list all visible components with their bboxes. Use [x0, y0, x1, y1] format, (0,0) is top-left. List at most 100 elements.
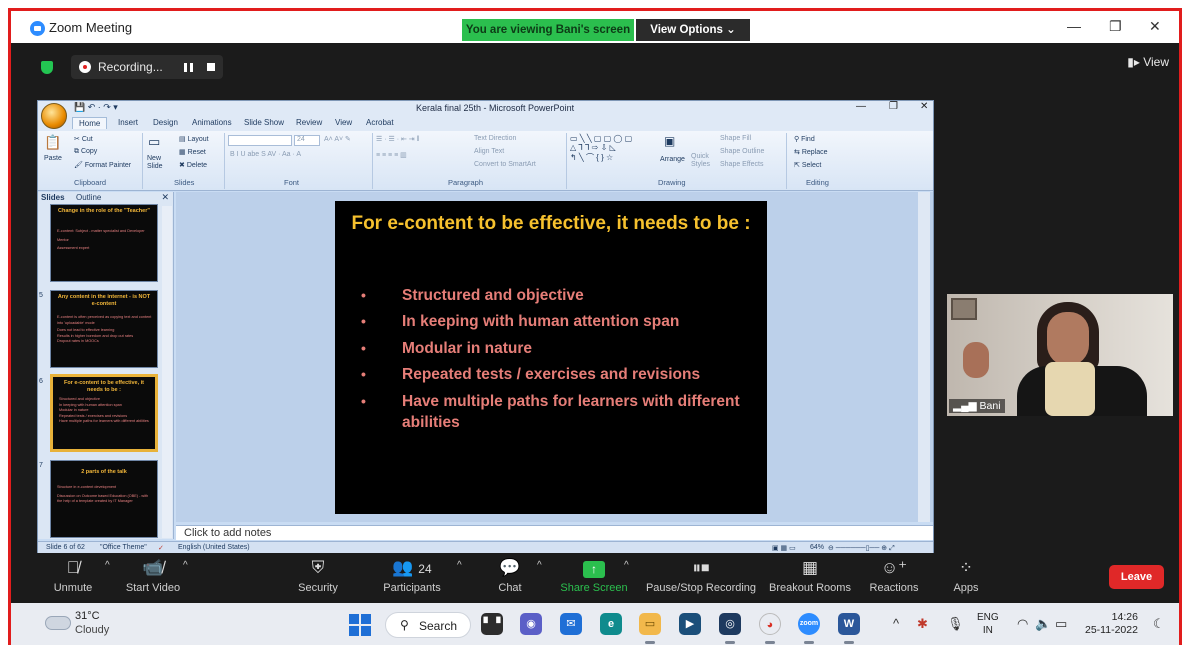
word-app-icon[interactable]: W [838, 613, 860, 635]
weather-temperature[interactable]: 31°C [75, 610, 100, 622]
restore-icon[interactable]: ❐ [1109, 18, 1122, 35]
view-buttons[interactable]: ▣ ▦ ▭ [772, 544, 796, 552]
file-explorer-icon[interactable]: ▭ [639, 613, 661, 635]
volume-icon[interactable]: 🔈 [1035, 616, 1051, 632]
reset-button[interactable]: ▦ Reset [179, 148, 206, 156]
notifications-moon-icon[interactable]: ☾ [1153, 616, 1165, 632]
edge-browser-icon[interactable]: e [600, 613, 622, 635]
share-screen-button[interactable]: ↑ Share Screen [544, 557, 644, 594]
shapes-gallery[interactable]: ▭ ╲ ╲ ▢ ▢ ◯ ▢ △ ⅂ ⅂ ⇨ ⇩ ◺ ↰ ╲ ⌒ { } ☆ [570, 134, 632, 163]
pane-close-icon[interactable]: ✕ [161, 192, 169, 203]
view-button[interactable]: ▮▸ View [1127, 55, 1169, 69]
share-options-caret[interactable]: ^ [624, 560, 629, 571]
clock-time: 14:26 [1111, 611, 1138, 623]
copy-button[interactable]: ⧉ Copy [74, 148, 97, 156]
shape-fill-button[interactable]: Shape Fill [720, 135, 751, 142]
cut-button[interactable]: ✂ Cut [74, 135, 93, 143]
apps-button[interactable]: ⁘ Apps [916, 557, 1016, 594]
pause-recording-icon[interactable] [184, 63, 193, 72]
align-text-button[interactable]: Align Text [474, 148, 504, 155]
font-size-dropdown[interactable]: 24 [294, 135, 320, 146]
delete-button[interactable]: ✖ Delete [179, 161, 207, 169]
ppt-restore-icon[interactable]: ❐ [889, 101, 898, 112]
notes-pane[interactable]: Click to add notes [176, 525, 933, 540]
start-video-button[interactable]: 📹̸ Start Video [103, 557, 203, 594]
select-button[interactable]: ⇱ Select [794, 161, 821, 169]
arrange-button[interactable]: Arrange [660, 156, 685, 163]
paste-button[interactable]: Paste [44, 155, 62, 162]
canvas-vertical-scrollbar[interactable] [918, 192, 930, 522]
ppt-minimize-icon[interactable]: — [856, 101, 866, 112]
shape-outline-button[interactable]: Shape Outline [720, 148, 764, 155]
system-clock[interactable]: 14:26 25-11-2022 [1085, 611, 1138, 637]
encryption-shield-icon [41, 61, 53, 74]
tray-microphone-icon[interactable]: 🎙 [947, 616, 964, 632]
mail-icon[interactable]: ✉ [560, 613, 582, 635]
find-button[interactable]: ⚲ Find [794, 135, 815, 143]
chat-options-caret[interactable]: ^ [537, 560, 542, 571]
participant-name: Bani [979, 400, 1001, 412]
ppt-close-icon[interactable]: ✕ [920, 101, 928, 112]
pane-tab-outline[interactable]: Outline [76, 193, 101, 202]
font-name-dropdown[interactable] [228, 135, 292, 146]
tab-acrobat[interactable]: Acrobat [366, 118, 394, 127]
new-slide-button[interactable]: New Slide [147, 155, 169, 171]
quick-styles-button[interactable]: Quick Styles [691, 153, 713, 169]
participants-button[interactable]: 👥 24 Participants [362, 557, 462, 594]
office-button[interactable] [41, 103, 67, 129]
bullet-dot-icon: • [361, 393, 366, 409]
text-direction-button[interactable]: Text Direction [474, 135, 516, 142]
quick-access-toolbar[interactable]: 💾 ↶ · ↷ ▾ [74, 102, 118, 113]
tab-slide-show[interactable]: Slide Show [244, 118, 284, 127]
convert-smartart-button[interactable]: Convert to SmartArt [474, 161, 536, 168]
slide-thumbnail[interactable]: Any content in the internet - is NOT e-c… [50, 290, 158, 368]
replace-button[interactable]: ⇆ Replace [794, 148, 828, 156]
slide-thumbnail[interactable]: Change in the role of the "Teacher" E-co… [50, 204, 158, 282]
minimize-icon[interactable]: — [1067, 18, 1081, 34]
font-format-icons[interactable]: B I U abe S AV · Aa · A [230, 151, 301, 158]
zoom-slider[interactable]: ⊖ ──────▯── ⊕ ⤢ [828, 544, 895, 553]
format-painter-button[interactable]: 🖌 Format Painter [74, 161, 131, 169]
tray-app-icon[interactable]: ✱ [917, 616, 928, 632]
security-button[interactable]: ⛨ Security [268, 557, 368, 594]
tab-home[interactable]: Home [72, 117, 108, 129]
pause-stop-recording-button[interactable]: ⏸⏹ Pause/Stop Recording [631, 557, 771, 594]
tab-view[interactable]: View [335, 118, 352, 127]
tab-insert[interactable]: Insert [118, 118, 138, 127]
participant-video-tile[interactable]: ▂▄▆ Bani [947, 294, 1173, 416]
input-language-indicator[interactable]: ENG IN [977, 611, 999, 637]
stop-recording-icon[interactable] [207, 63, 215, 71]
shape-effects-button[interactable]: Shape Effects [720, 161, 763, 168]
video-options-caret[interactable]: ^ [183, 560, 188, 571]
store-icon[interactable]: ▶ [679, 613, 701, 635]
weather-condition[interactable]: Cloudy [75, 624, 109, 636]
tab-design[interactable]: Design [153, 118, 178, 127]
close-icon[interactable]: ✕ [1149, 18, 1161, 35]
zoom-app-icon[interactable]: zoom [798, 613, 820, 635]
slide-editing-canvas[interactable]: For e-content to be effective, it needs … [176, 192, 933, 522]
thumbnail-line: Structure in e-content development [57, 485, 117, 489]
layout-button[interactable]: ▤ Layout [179, 135, 209, 143]
list-icons[interactable]: ☰ · ☰ · ⇤ ⇥ ‖ [376, 135, 420, 143]
leave-button[interactable]: Leave [1109, 565, 1164, 589]
current-slide[interactable]: For e-content to be effective, it needs … [335, 201, 767, 514]
pane-tab-slides[interactable]: Slides [41, 193, 65, 202]
align-icons[interactable]: ≡ ≡ ≡ ≡ ▥ [376, 151, 407, 159]
teams-chat-icon[interactable]: ◉ [520, 613, 542, 635]
tab-review[interactable]: Review [296, 118, 322, 127]
slides-pane-scrollbar[interactable] [162, 206, 172, 538]
spellcheck-icon[interactable]: ✓ [158, 544, 164, 552]
task-view-icon[interactable]: ▘▝ [481, 613, 503, 635]
view-options-button[interactable]: View Options ⌄ [636, 19, 750, 41]
tab-animations[interactable]: Animations [192, 118, 232, 127]
chrome-browser-icon[interactable]: ◕ [759, 613, 781, 635]
wifi-icon[interactable]: ◠ [1017, 616, 1028, 632]
grow-font-icon[interactable]: A˄ A˅ ✎ [324, 135, 351, 143]
tray-overflow-chevron-icon[interactable]: ^ [893, 616, 899, 631]
taskbar-search[interactable]: ⚲ Search [385, 612, 471, 638]
battery-icon[interactable]: ▭ [1055, 616, 1067, 632]
slide-thumbnail[interactable]: 2 parts of the talk Structure in e-conte… [50, 460, 158, 538]
app-icon[interactable]: ◎ [719, 613, 741, 635]
slide-thumbnail-selected[interactable]: For e-content to be effective, it needs … [50, 374, 158, 452]
windows-start-button[interactable] [349, 614, 371, 636]
